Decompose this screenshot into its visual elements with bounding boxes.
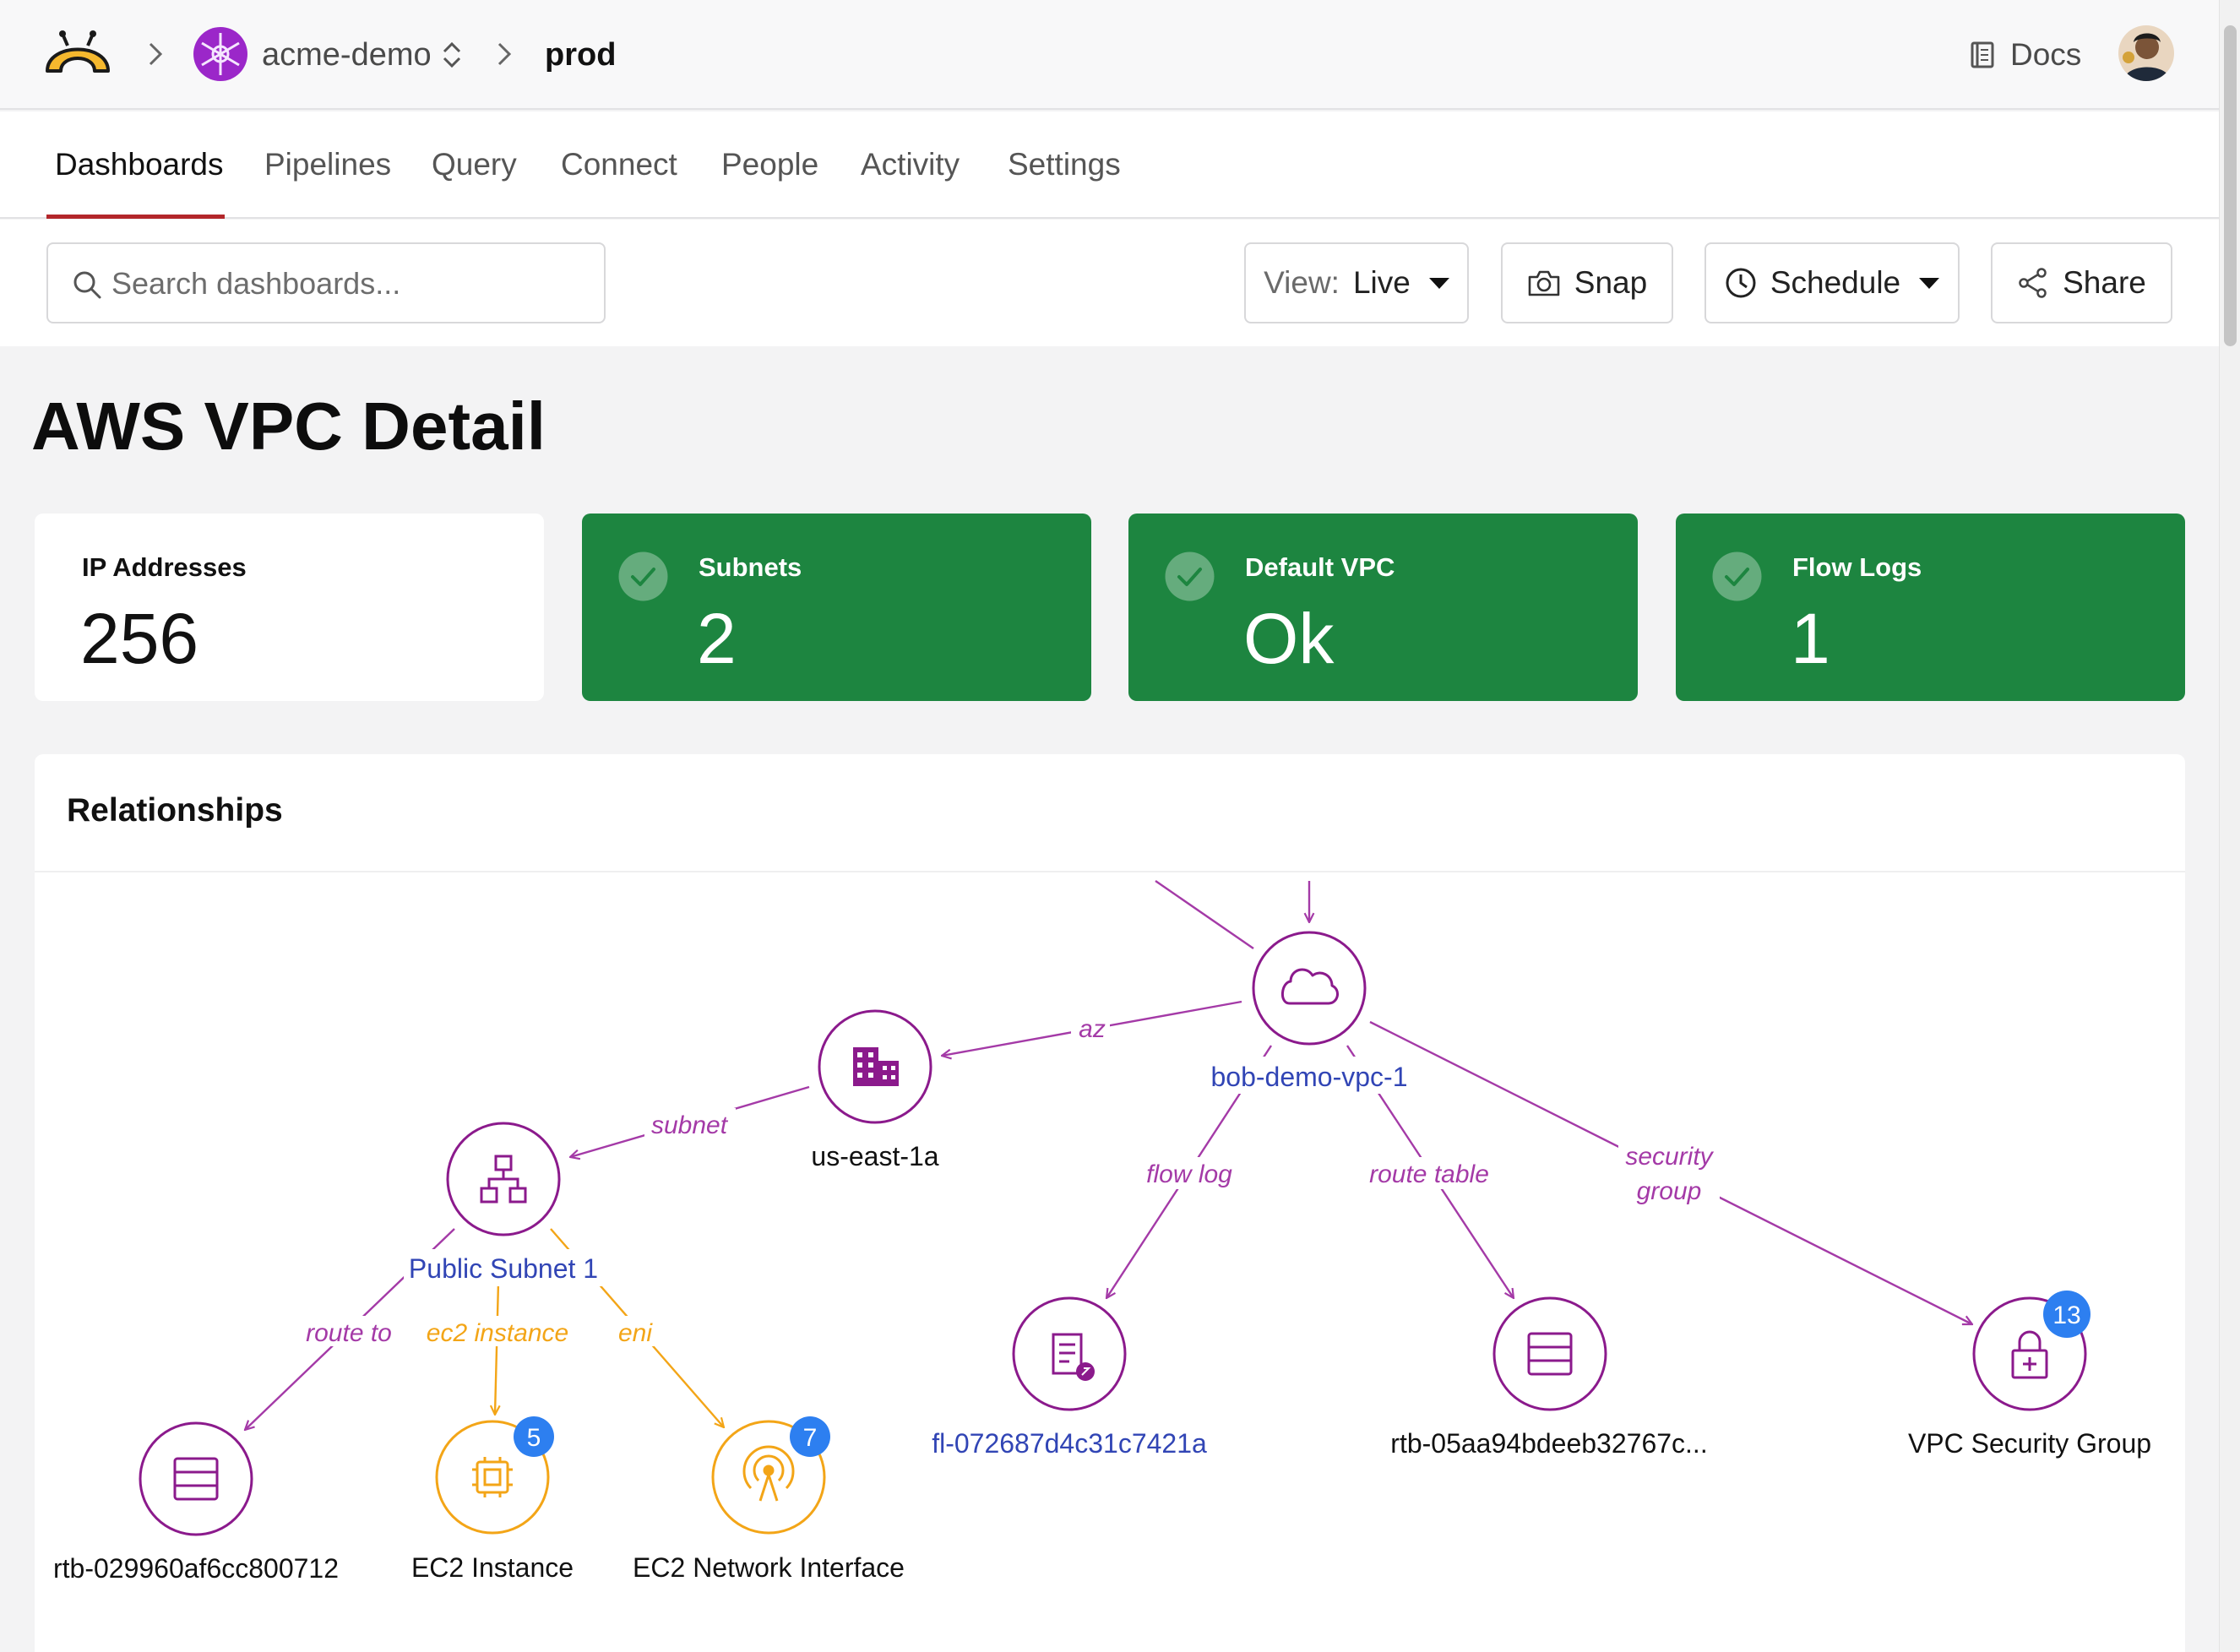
- edge-label: subnet: [651, 1111, 729, 1139]
- view-label: View:: [1264, 265, 1340, 300]
- stat-value: 2: [697, 599, 737, 678]
- edge-label: ec2 instance: [427, 1319, 568, 1347]
- edge-label: az: [1079, 1015, 1106, 1043]
- user-avatar[interactable]: [2118, 25, 2174, 81]
- stat-label: Default VPC: [1245, 552, 1395, 582]
- top-bar: acme-demo prod Docs: [0, 0, 2219, 110]
- stat-value: 256: [80, 599, 199, 678]
- node-label[interactable]: fl-072687d4c31c7421a: [932, 1428, 1207, 1459]
- tab-activity[interactable]: Activity: [861, 145, 960, 184]
- schedule-label: Schedule: [1770, 265, 1901, 300]
- relationships-panel: Relationships az subnet flow log route t…: [35, 754, 2185, 1652]
- view-select[interactable]: View: Live: [1244, 242, 1469, 323]
- page-title: AWS VPC Detail: [31, 389, 546, 464]
- graph-node-route-table-1[interactable]: rtb-029960af6cc800712: [53, 1421, 339, 1584]
- node-label: rtb-029960af6cc800712: [53, 1553, 339, 1584]
- stat-card-flow-logs[interactable]: Flow Logs 1: [1676, 514, 2185, 701]
- graph-node-az[interactable]: us-east-1a: [811, 1009, 939, 1171]
- share-label: Share: [2063, 265, 2146, 300]
- count-badge-value: 13: [2052, 1301, 2080, 1329]
- node-label: EC2 Instance: [411, 1552, 574, 1583]
- edge-label: group: [1637, 1177, 1702, 1205]
- docs-link[interactable]: Docs: [1970, 32, 2081, 78]
- stat-value: 1: [1791, 599, 1830, 678]
- page-scrollbar[interactable]: [2219, 0, 2240, 1652]
- workspace-name[interactable]: prod: [545, 35, 616, 74]
- check-circle-icon: [1712, 552, 1762, 601]
- switch-org-icon[interactable]: [439, 39, 465, 71]
- chevron-right-icon: [149, 42, 163, 66]
- graph-node-subnet[interactable]: Public Subnet 1: [404, 1122, 603, 1286]
- snap-label: Snap: [1574, 265, 1648, 300]
- check-circle-icon: [618, 552, 668, 601]
- node-label: rtb-05aa94bdeeb32767c...: [1390, 1428, 1707, 1459]
- stat-label: IP Addresses: [82, 552, 247, 582]
- graph-node-security-group[interactable]: 13 VPC Security Group: [1908, 1291, 2151, 1459]
- check-circle-icon: [1165, 552, 1215, 601]
- chevron-right-icon: [497, 42, 512, 66]
- main-tabs: Dashboards Pipelines Query Connect Peopl…: [0, 111, 2219, 219]
- stat-value: Ok: [1243, 599, 1335, 678]
- book-icon: [1971, 41, 1994, 68]
- edge-label: route to: [306, 1319, 392, 1347]
- node-label: EC2 Network Interface: [633, 1552, 905, 1583]
- relationship-graph[interactable]: az subnet flow log route table security …: [35, 754, 2185, 1652]
- caret-down-icon: [1428, 277, 1449, 289]
- schedule-button[interactable]: Schedule: [1704, 242, 1960, 323]
- edge-label: eni: [618, 1319, 653, 1347]
- edge-line: [495, 1281, 498, 1415]
- edge-label: flow log: [1146, 1160, 1232, 1188]
- tab-settings[interactable]: Settings: [1008, 145, 1121, 184]
- graph-node-flow-log[interactable]: fl-072687d4c31c7421a: [932, 1296, 1207, 1459]
- snap-button[interactable]: Snap: [1501, 242, 1673, 323]
- active-tab-indicator: [46, 215, 225, 219]
- share-button[interactable]: Share: [1991, 242, 2172, 323]
- edge-label: route table: [1369, 1160, 1489, 1188]
- camera-icon: [1528, 270, 1560, 296]
- stat-label: Flow Logs: [1792, 552, 1922, 582]
- org-name[interactable]: acme-demo: [262, 35, 432, 74]
- scrollbar-thumb[interactable]: [2224, 25, 2237, 346]
- stat-card-ip-addresses[interactable]: IP Addresses 256: [35, 514, 544, 701]
- edge-line: [1155, 880, 1254, 949]
- node-label: us-east-1a: [811, 1141, 938, 1171]
- stat-card-subnets[interactable]: Subnets 2: [582, 514, 1091, 701]
- clock-icon: [1726, 268, 1756, 298]
- count-badge-value: 5: [527, 1424, 541, 1452]
- graph-node-ec2-instance[interactable]: 5 EC2 Instance: [411, 1416, 574, 1583]
- search-icon: [73, 271, 101, 299]
- node-label[interactable]: bob-demo-vpc-1: [1211, 1062, 1408, 1092]
- dashboard-toolbar: View: Live Snap Schedule Share: [0, 220, 2219, 346]
- tab-connect[interactable]: Connect: [561, 145, 677, 184]
- count-badge-value: 7: [803, 1424, 818, 1452]
- stat-card-default-vpc[interactable]: Default VPC Ok: [1128, 514, 1638, 701]
- graph-node-vpc[interactable]: bob-demo-vpc-1: [1198, 931, 1421, 1094]
- share-icon: [2019, 268, 2047, 298]
- graph-node-route-table-2[interactable]: rtb-05aa94bdeeb32767c...: [1390, 1296, 1708, 1459]
- caret-down-icon: [1919, 277, 1940, 289]
- search-box[interactable]: [46, 242, 606, 323]
- org-avatar-icon[interactable]: [193, 26, 248, 82]
- node-label: VPC Security Group: [1908, 1428, 2151, 1459]
- graph-node-network-interface[interactable]: 7 EC2 Network Interface: [633, 1416, 905, 1583]
- app-logo-icon[interactable]: [44, 25, 111, 76]
- node-label[interactable]: Public Subnet 1: [409, 1253, 598, 1284]
- tab-people[interactable]: People: [721, 145, 818, 184]
- docs-label: Docs: [2010, 37, 2082, 72]
- search-input[interactable]: [111, 261, 584, 307]
- stat-label: Subnets: [699, 552, 802, 582]
- tab-query[interactable]: Query: [432, 145, 517, 184]
- view-value: Live: [1352, 265, 1411, 300]
- tab-pipelines[interactable]: Pipelines: [264, 145, 391, 184]
- edge-label: security: [1625, 1143, 1714, 1171]
- tab-dashboards[interactable]: Dashboards: [55, 145, 224, 184]
